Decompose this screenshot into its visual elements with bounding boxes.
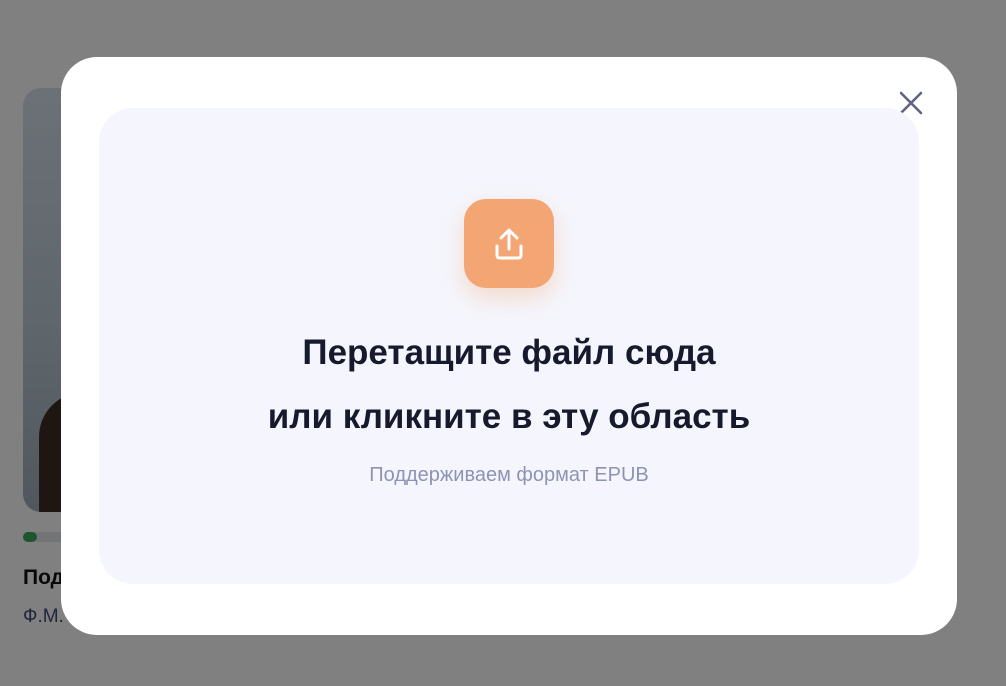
supported-format-hint: Поддерживаем формат EPUB [369, 464, 649, 486]
file-dropzone[interactable]: Перетащите файл сюда или кликните в эту … [99, 108, 919, 584]
upload-modal: Перетащите файл сюда или кликните в эту … [61, 57, 957, 635]
dropzone-title-line2: или кликните в эту область [267, 397, 751, 436]
dropzone-title-line1: Перетащите файл сюда [302, 333, 716, 372]
upload-icon [464, 199, 554, 288]
